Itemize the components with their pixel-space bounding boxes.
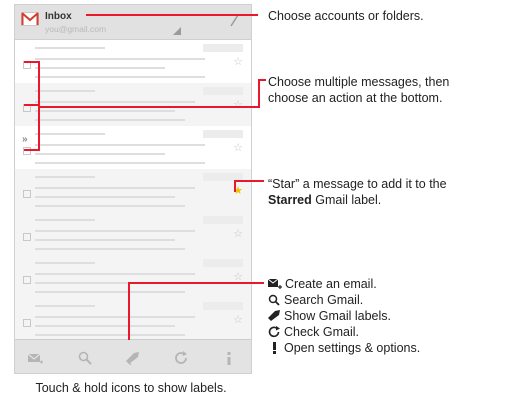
callout-line-star-vert [234, 180, 236, 192]
legend-compose: Create an email. [268, 276, 377, 292]
message-text-line [35, 58, 205, 60]
legend-compose-text: Create an email. [285, 277, 377, 291]
legend-search-text: Search Gmail. [284, 293, 364, 307]
message-text-line [35, 47, 105, 49]
star-icon[interactable]: ☆ [233, 315, 243, 326]
star-icon[interactable]: ☆ [233, 143, 243, 154]
message-row[interactable]: ☆ [15, 255, 251, 299]
callout-star: “Star” a message to add it to the Starre… [268, 176, 447, 208]
callout-line-multi [40, 106, 260, 108]
select-checkbox[interactable] [23, 190, 31, 198]
folder-title: Inbox [45, 11, 72, 22]
select-checkbox[interactable] [23, 233, 31, 241]
star-icon[interactable]: ☆ [233, 229, 243, 240]
bracket-tick-1 [24, 61, 39, 63]
action-bar [15, 339, 251, 373]
label-icon[interactable] [125, 350, 141, 366]
legend-settings: Open settings & options. [268, 340, 420, 356]
message-row[interactable]: ☆ [15, 83, 251, 127]
legend-check-text: Check Gmail. [284, 325, 360, 339]
select-checkbox[interactable] [23, 276, 31, 284]
message-date [203, 302, 243, 310]
legend-labels-text: Show Gmail labels. [284, 309, 391, 323]
message-text-line [35, 101, 195, 103]
message-text-line [35, 305, 95, 307]
message-text-line [35, 110, 175, 112]
callout-line-icons [128, 282, 264, 284]
message-row[interactable]: ★ [15, 169, 251, 213]
message-text-line [35, 219, 95, 221]
message-text-line [35, 187, 195, 189]
message-text-line [35, 325, 175, 327]
bracket-tick-3 [24, 149, 39, 151]
message-date [203, 216, 243, 224]
gmail-logo-icon [21, 12, 39, 26]
message-text-line [35, 273, 195, 275]
search-icon[interactable] [77, 350, 93, 366]
star-icon[interactable]: ☆ [233, 57, 243, 68]
callout-line-icons-vertical [128, 282, 130, 340]
message-text-line [35, 230, 195, 232]
callout-multi-line2: choose an action at the bottom. [268, 91, 443, 105]
message-text-line [35, 76, 205, 78]
legend-refresh-icon [268, 326, 280, 338]
legend-settings-text: Open settings & options. [284, 341, 421, 355]
legend-label-icon [268, 310, 280, 321]
message-text-line [35, 162, 205, 164]
legend-check: Check Gmail. [268, 324, 359, 340]
callout-multi-line1: Choose multiple messages, then [268, 75, 450, 89]
message-text-line [35, 196, 175, 198]
callout-accounts: Choose accounts or folders. [268, 9, 424, 23]
callout-star-rest: Gmail label. [311, 193, 382, 207]
message-text-line [35, 262, 95, 264]
message-row[interactable]: » ☆ [15, 126, 251, 170]
callout-star-line1: “Star” a message to add it to the [268, 177, 447, 191]
message-text-line [35, 176, 95, 178]
legend-compose-icon [268, 278, 282, 289]
legend-labels: Show Gmail labels. [268, 308, 391, 324]
callout-star-bold: Starred [268, 193, 312, 207]
message-text-line [35, 291, 185, 293]
dropdown-triangle-icon[interactable] [173, 27, 181, 35]
message-date [203, 44, 243, 52]
message-text-line [35, 239, 175, 241]
legend-menu-icon [273, 342, 276, 354]
refresh-icon[interactable] [173, 350, 189, 366]
message-date [203, 259, 243, 267]
message-row[interactable]: ☆ [15, 298, 251, 342]
callout-line-accounts [86, 14, 258, 16]
message-text-line [35, 90, 95, 92]
message-date [203, 130, 243, 138]
message-text-line [35, 144, 205, 146]
message-text-line [35, 133, 105, 135]
callout-line-multi-vertical [258, 79, 260, 108]
message-text-line [35, 316, 195, 318]
message-row[interactable]: ☆ [15, 212, 251, 256]
callout-multi-select: Choose multiple messages, then choose an… [268, 74, 449, 106]
message-row[interactable]: ☆ [15, 40, 251, 84]
menu-icon[interactable] [221, 350, 237, 366]
phone-screen: Inbox you@gmail.com ☆ ☆» ☆ ★ ☆ ☆ ☆ [14, 4, 252, 374]
legend-search: Search Gmail. [268, 292, 363, 308]
account-email: you@gmail.com [45, 24, 107, 34]
bracket-tick-2 [24, 104, 39, 106]
select-checkbox[interactable] [23, 319, 31, 327]
importance-marker-icon: » [22, 134, 28, 145]
message-text-line [35, 205, 185, 207]
legend-search-icon [268, 294, 280, 306]
message-text-line [35, 67, 165, 69]
compose-icon[interactable] [27, 350, 43, 366]
message-text-line [35, 248, 185, 250]
caption: Touch & hold icons to show labels. [35, 381, 227, 395]
message-text-line [35, 153, 165, 155]
message-date [203, 87, 243, 95]
message-text-line [35, 119, 185, 121]
callout-line-star [234, 180, 264, 182]
message-text-line [35, 334, 185, 336]
callout-line-multi-top [258, 79, 266, 81]
inbox-header[interactable]: Inbox you@gmail.com [15, 5, 251, 40]
